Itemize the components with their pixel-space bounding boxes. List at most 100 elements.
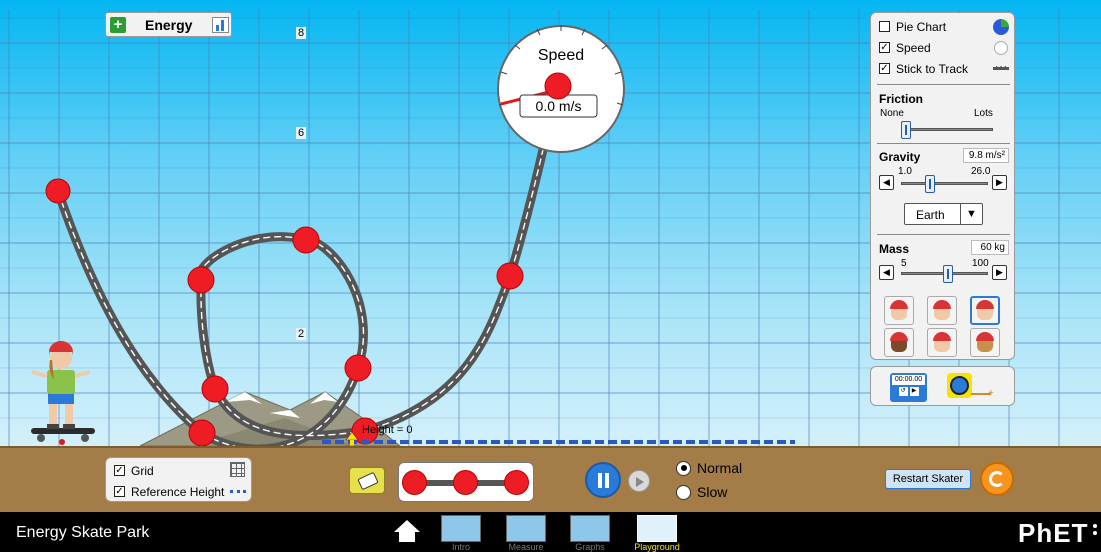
tab-graphs[interactable]: Graphs — [570, 515, 610, 552]
step-icon — [636, 477, 644, 487]
gravity-slider-track[interactable] — [901, 182, 988, 185]
navigation-bar: Energy Skate Park Intro Measure Graphs P… — [0, 512, 1101, 552]
pause-icon — [598, 473, 602, 488]
skater-option-2[interactable] — [927, 296, 957, 325]
grid-checkbox-box[interactable]: ✓ — [114, 465, 125, 476]
speedometer-readout: 0.0 m/s — [535, 98, 582, 114]
stick-to-track-checkbox-box[interactable]: ✓ — [879, 63, 890, 74]
measuring-tape-icon[interactable]: + — [947, 373, 994, 399]
home-icon[interactable] — [394, 520, 420, 544]
tools-panel: 00:00.00 ↺ ▶ + — [870, 366, 1015, 406]
friction-title: Friction — [879, 92, 923, 106]
phet-menu-icon[interactable] — [1093, 524, 1097, 528]
pie-chart-label: Pie Chart — [896, 19, 947, 34]
display-options-panel: ✓ Grid ✓ Reference Height — [105, 457, 252, 502]
chevron-down-icon: ▼ — [960, 204, 982, 224]
sim-title: Energy Skate Park — [16, 524, 150, 541]
skater-option-5[interactable] — [927, 328, 957, 357]
pie-chart-icon — [993, 19, 1009, 35]
friction-slider-track[interactable] — [905, 128, 993, 131]
track-node — [188, 419, 216, 447]
expand-plus-icon[interactable]: + — [110, 17, 126, 33]
grid-label-2: 2 — [296, 328, 307, 340]
reference-height-checkbox[interactable]: ✓ Reference Height — [106, 481, 224, 502]
reset-icon — [989, 471, 1005, 487]
gravity-slider-thumb[interactable] — [925, 175, 935, 193]
track-node — [496, 262, 524, 290]
grid-icon — [230, 462, 245, 477]
track-node — [201, 375, 229, 403]
grid-label-8: 8 — [296, 27, 307, 39]
step-button[interactable] — [628, 470, 650, 492]
mass-title: Mass — [879, 242, 910, 256]
phet-logo[interactable]: PhET — [1018, 518, 1088, 549]
pause-button[interactable] — [585, 462, 621, 498]
tab-playground-label: Playground — [634, 542, 680, 552]
tab-intro[interactable]: Intro — [441, 515, 481, 552]
mass-value: 60 kg — [971, 240, 1009, 255]
tab-playground[interactable]: Playground — [631, 515, 683, 552]
skater-option-4[interactable] — [884, 328, 914, 357]
mass-slider-thumb[interactable] — [943, 265, 953, 283]
reset-all-button[interactable] — [980, 462, 1014, 496]
slow-radio[interactable]: Slow — [676, 483, 727, 501]
track-node — [344, 354, 372, 382]
gravity-value: 9.8 m/s² — [963, 148, 1009, 163]
normal-radio[interactable]: Normal — [676, 459, 742, 477]
gravity-max-label: 26.0 — [971, 166, 991, 177]
mass-decrease-button[interactable]: ◀ — [879, 265, 894, 280]
grid-label-6: 6 — [296, 127, 307, 139]
eraser-icon — [357, 471, 379, 491]
friction-slider-thumb[interactable] — [901, 121, 911, 139]
skater-option-dog[interactable] — [970, 328, 1000, 357]
track[interactable] — [53, 81, 563, 454]
slow-radio-dot[interactable] — [676, 484, 691, 500]
skater-option-3[interactable] — [970, 296, 1000, 325]
restart-skater-button[interactable]: Restart Skater — [885, 469, 971, 489]
graphs-thumbnail-icon — [570, 515, 610, 542]
tab-measure[interactable]: Measure — [506, 515, 546, 552]
tab-graphs-label: Graphs — [575, 542, 605, 552]
mass-increase-button[interactable]: ▶ — [992, 265, 1007, 280]
speed-label: Speed — [896, 40, 931, 55]
stick-to-track-label: Stick to Track — [896, 61, 969, 76]
sim-stage: 8 6 2 Speed 0.0 m/s Height = 0 + Energy … — [0, 0, 1101, 552]
grid-checkbox[interactable]: ✓ Grid — [106, 460, 154, 481]
playground-thumbnail-icon — [637, 515, 677, 542]
gravity-title: Gravity — [879, 150, 921, 164]
speedometer-track-node — [544, 72, 572, 100]
track-node — [45, 178, 71, 204]
gravity-decrease-button[interactable]: ◀ — [879, 175, 894, 190]
bar-graph-icon[interactable] — [212, 17, 229, 33]
mass-min-label: 5 — [901, 258, 907, 269]
speed-checkbox-box[interactable]: ✓ — [879, 42, 890, 53]
height-label: Height = 0 — [362, 424, 413, 436]
track-node — [292, 226, 320, 254]
normal-radio-dot[interactable] — [676, 460, 691, 476]
reference-height-label: Reference Height — [131, 484, 225, 499]
speedometer-icon — [994, 41, 1008, 55]
speedometer-title: Speed — [537, 47, 585, 64]
stick-to-track-checkbox[interactable]: ✓ Stick to Track — [871, 58, 968, 79]
stopwatch-readout: 00:00.00 — [892, 375, 925, 385]
measure-thumbnail-icon — [506, 515, 546, 542]
gravity-increase-button[interactable]: ▶ — [992, 175, 1007, 190]
planet-select[interactable]: Earth ▼ — [904, 203, 983, 225]
track-node — [187, 266, 215, 294]
tab-intro-label: Intro — [451, 542, 470, 552]
pie-chart-checkbox-box[interactable] — [879, 21, 890, 32]
slow-label: Slow — [697, 484, 728, 500]
skater-option-1[interactable] — [884, 296, 914, 325]
friction-max-label: Lots — [974, 108, 993, 119]
eraser-button[interactable] — [349, 467, 385, 494]
track-toolbox[interactable] — [398, 462, 534, 502]
speed-checkbox[interactable]: ✓ Speed — [871, 37, 931, 58]
reference-height-checkbox-box[interactable]: ✓ — [114, 486, 125, 497]
reference-height-icon — [230, 490, 246, 493]
intro-thumbnail-icon — [441, 515, 481, 542]
stopwatch-icon[interactable]: 00:00.00 ↺ ▶ — [890, 373, 927, 402]
friction-min-label: None — [880, 108, 904, 119]
pie-chart-checkbox[interactable]: Pie Chart — [871, 16, 946, 37]
tab-measure-label: Measure — [508, 542, 544, 552]
normal-label: Normal — [697, 460, 743, 476]
